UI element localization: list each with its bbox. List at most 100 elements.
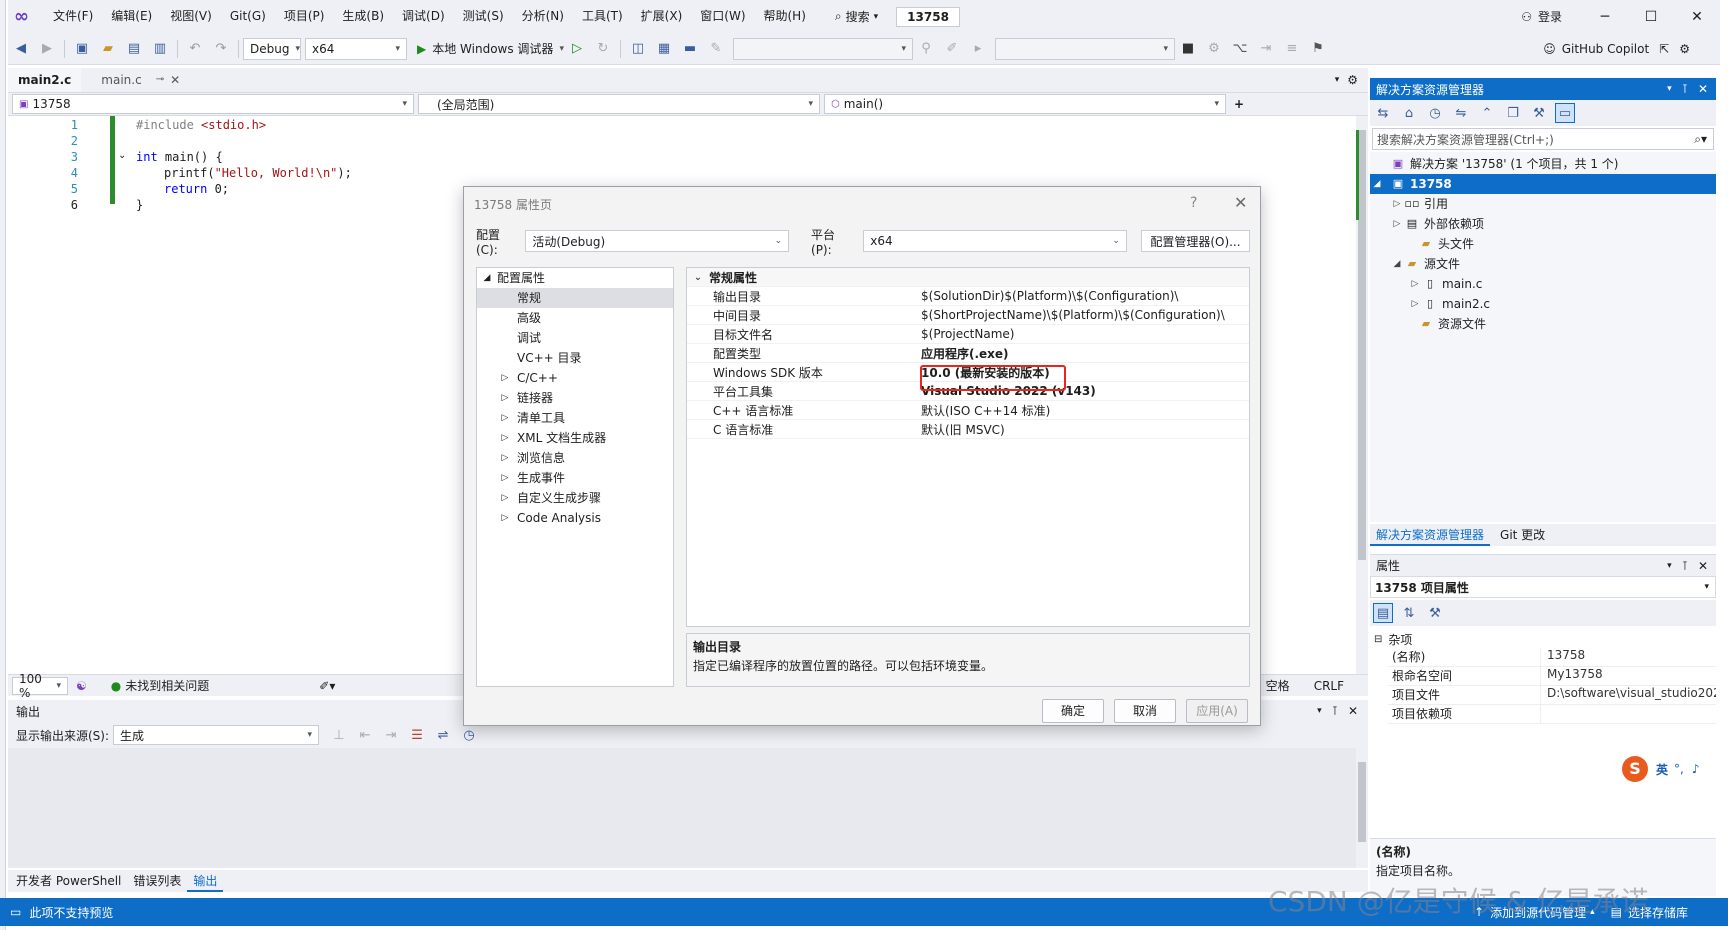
collapse-icon[interactable]: ⌄ xyxy=(118,150,126,161)
start-debugging-button[interactable]: ▶ 本地 Windows 调试器 ▾ xyxy=(417,40,564,57)
indent-icon[interactable]: ⇥ xyxy=(1256,39,1276,59)
menu-help[interactable]: 帮助(H) xyxy=(755,0,815,33)
pin-icon[interactable]: ⊺ xyxy=(1682,559,1688,573)
categorized-icon[interactable]: ▤ xyxy=(1373,603,1393,623)
wrench-icon[interactable]: ⚒ xyxy=(1529,103,1549,123)
eol-label[interactable]: CRLF xyxy=(1314,679,1344,693)
config-manager-button[interactable]: 配置管理器(O)... xyxy=(1140,230,1250,252)
collapse-icon[interactable]: ◢ xyxy=(1390,254,1404,274)
close-icon[interactable]: ✕ xyxy=(1348,704,1358,718)
nav-vc-directories[interactable]: VC++ 目录 xyxy=(477,348,673,368)
code-icon[interactable]: ⌥ xyxy=(1230,39,1250,59)
login-button[interactable]: ⚇ 登录 xyxy=(1521,8,1582,25)
menu-debug[interactable]: 调试(D) xyxy=(393,0,454,33)
property-pages-icon[interactable]: ⚒ xyxy=(1425,603,1445,623)
chevron-down-icon[interactable]: ▾ xyxy=(1667,84,1672,94)
search-button[interactable]: ⌕ 搜索 ▾ xyxy=(827,8,886,25)
history-icon[interactable]: ◷ xyxy=(1425,103,1445,123)
grid-row-c-standard[interactable]: C 语言标准 默认(旧 MSVC) xyxy=(687,420,1249,439)
expand-icon[interactable]: ▷ xyxy=(477,448,517,468)
tab-main2-c[interactable]: main2.c xyxy=(8,68,82,92)
solution-explorer-search[interactable]: 搜索解决方案资源管理器(Ctrl+;) ⌕▾ xyxy=(1372,128,1714,150)
nav-custom-build-step[interactable]: ▷ 自定义生成步骤 xyxy=(477,488,673,508)
pin-icon[interactable]: ⊺ xyxy=(1332,704,1338,718)
forward-icon[interactable]: ▶ xyxy=(37,39,57,59)
browse-icon[interactable]: ◫ xyxy=(628,39,648,59)
bookmark-icon[interactable]: ⚑ xyxy=(1308,39,1328,59)
help-button[interactable]: ? xyxy=(1190,195,1197,211)
copilot-status-icon[interactable]: ☯ xyxy=(76,679,87,693)
output-scrollbar[interactable] xyxy=(1356,748,1368,868)
platform-dropdown[interactable]: x64 ▾ xyxy=(305,37,407,60)
menu-window[interactable]: 窗口(W) xyxy=(691,0,754,33)
nav-manifest-tool[interactable]: ▷ 清单工具 xyxy=(477,408,673,428)
close-icon[interactable]: ✕ xyxy=(1234,193,1247,212)
menu-extensions[interactable]: 扩展(X) xyxy=(632,0,692,33)
punctuation-icon[interactable]: °, xyxy=(1674,762,1684,776)
gear-icon[interactable]: ⚙ xyxy=(1347,73,1358,87)
dialog-platform-dropdown[interactable]: x64 ⌄ xyxy=(863,230,1127,252)
property-row[interactable]: 项目文件 D:\software\visual_studio2022 xyxy=(1388,686,1716,705)
project-dropdown[interactable]: ▣ 13758 ▾ xyxy=(12,94,414,114)
menu-view[interactable]: 视图(V) xyxy=(161,0,221,33)
expand-icon[interactable]: ◢ xyxy=(1370,174,1384,194)
word-wrap-icon[interactable]: ⇌ xyxy=(433,725,453,745)
config-dropdown[interactable]: 活动(Debug) ⌄ xyxy=(525,230,790,252)
tab-main-c[interactable]: main.c ⊸ ✕ xyxy=(91,68,190,92)
tree-node-main2-c[interactable]: ▷ ▯ main2.c xyxy=(1408,294,1491,314)
nav-linker[interactable]: ▷ 链接器 xyxy=(477,388,673,408)
grid-row-output-dir[interactable]: 输出目录 $(SolutionDir)$(Platform)\$(Configu… xyxy=(687,287,1249,306)
expand-icon[interactable]: ▷ xyxy=(1390,214,1404,234)
expand-icon[interactable]: ▷ xyxy=(1408,274,1422,294)
split-icon[interactable]: + xyxy=(1234,97,1244,111)
property-row[interactable]: (名称) 13758 xyxy=(1388,648,1716,667)
tab-git-changes[interactable]: Git 更改 xyxy=(1494,524,1551,546)
tree-project[interactable]: ◢ ▣ 13758 xyxy=(1370,174,1716,194)
nav-debugging[interactable]: 调试 xyxy=(477,328,673,348)
grid-row-cpp-standard[interactable]: C++ 语言标准 默认(ISO C++14 标准) xyxy=(687,401,1249,420)
save-all-icon[interactable]: ▥ xyxy=(150,39,170,59)
show-all-files-icon[interactable]: ❐ xyxy=(1503,103,1523,123)
new-project-icon[interactable]: ▣ xyxy=(72,39,92,59)
clear-all-icon[interactable]: ☰ xyxy=(407,725,427,745)
grid-category-general[interactable]: ⌄ 常规属性 xyxy=(687,268,1249,287)
apply-button[interactable]: 应用(A) xyxy=(1186,699,1248,723)
grid-row-target-name[interactable]: 目标文件名 $(ProjectName) xyxy=(687,325,1249,344)
expand-icon[interactable]: ▷ xyxy=(477,468,517,488)
nav-general[interactable]: 常规 xyxy=(477,288,673,308)
grid-row-config-type[interactable]: 配置类型 应用程序(.exe) xyxy=(687,344,1249,363)
toolbar-misc-icon[interactable]: ⚙ xyxy=(1204,39,1224,59)
scrollbar-thumb[interactable] xyxy=(1358,130,1366,560)
nav-build-events[interactable]: ▷ 生成事件 xyxy=(477,468,673,488)
chevron-down-icon[interactable]: ▾ xyxy=(1335,75,1340,85)
stop-icon[interactable]: ■ xyxy=(1178,39,1198,59)
terminal-icon[interactable]: ▬ xyxy=(680,39,700,59)
nav-config-properties[interactable]: ◢ 配置属性 xyxy=(477,268,673,288)
home-icon[interactable]: ⌂ xyxy=(1399,103,1419,123)
pin-icon[interactable]: ⊸ xyxy=(156,68,164,92)
back-icon[interactable]: ◀ xyxy=(11,39,31,59)
output-source-dropdown[interactable]: 生成 ▾ xyxy=(113,725,320,745)
nav-browse-info[interactable]: ▷ 浏览信息 xyxy=(477,448,673,468)
tree-solution[interactable]: ▣ 解决方案 '13758' (1 个项目，共 1 个) xyxy=(1370,154,1716,174)
comment-icon[interactable]: ≡ xyxy=(1282,39,1302,59)
ime-toolbar[interactable]: S 英 °, ♪ xyxy=(1622,754,1722,784)
chevron-down-icon[interactable]: ▾ xyxy=(1667,561,1672,571)
nav-code-analysis[interactable]: ▷ Code Analysis xyxy=(477,508,673,528)
save-icon[interactable]: ▤ xyxy=(124,39,144,59)
property-row[interactable]: 项目依赖项 xyxy=(1388,705,1716,724)
menu-test[interactable]: 测试(S) xyxy=(454,0,513,33)
indent-label[interactable]: 空格 xyxy=(1266,677,1290,694)
hot-reload-icon[interactable]: ↻ xyxy=(593,39,613,59)
tree-node-main-c[interactable]: ▷ ▯ main.c xyxy=(1408,274,1483,294)
zoom-dropdown[interactable]: 100 % ▾ xyxy=(12,672,68,700)
tab-error-list[interactable]: 错误列表 xyxy=(127,870,187,892)
property-row[interactable]: 根命名空间 My13758 xyxy=(1388,667,1716,686)
nav-xml-doc-generator[interactable]: ▷ XML 文档生成器 xyxy=(477,428,673,448)
menu-tools[interactable]: 工具(T) xyxy=(573,0,632,33)
tab-solution-explorer[interactable]: 解决方案资源管理器 xyxy=(1370,524,1491,546)
expand-icon[interactable]: ▷ xyxy=(1408,294,1422,314)
preview-icon[interactable]: ▭ xyxy=(1555,103,1575,123)
github-copilot-button[interactable]: ☺ GitHub Copilot ⇱ ⚙ xyxy=(1543,42,1720,56)
close-icon[interactable]: ✕ xyxy=(1698,82,1708,96)
